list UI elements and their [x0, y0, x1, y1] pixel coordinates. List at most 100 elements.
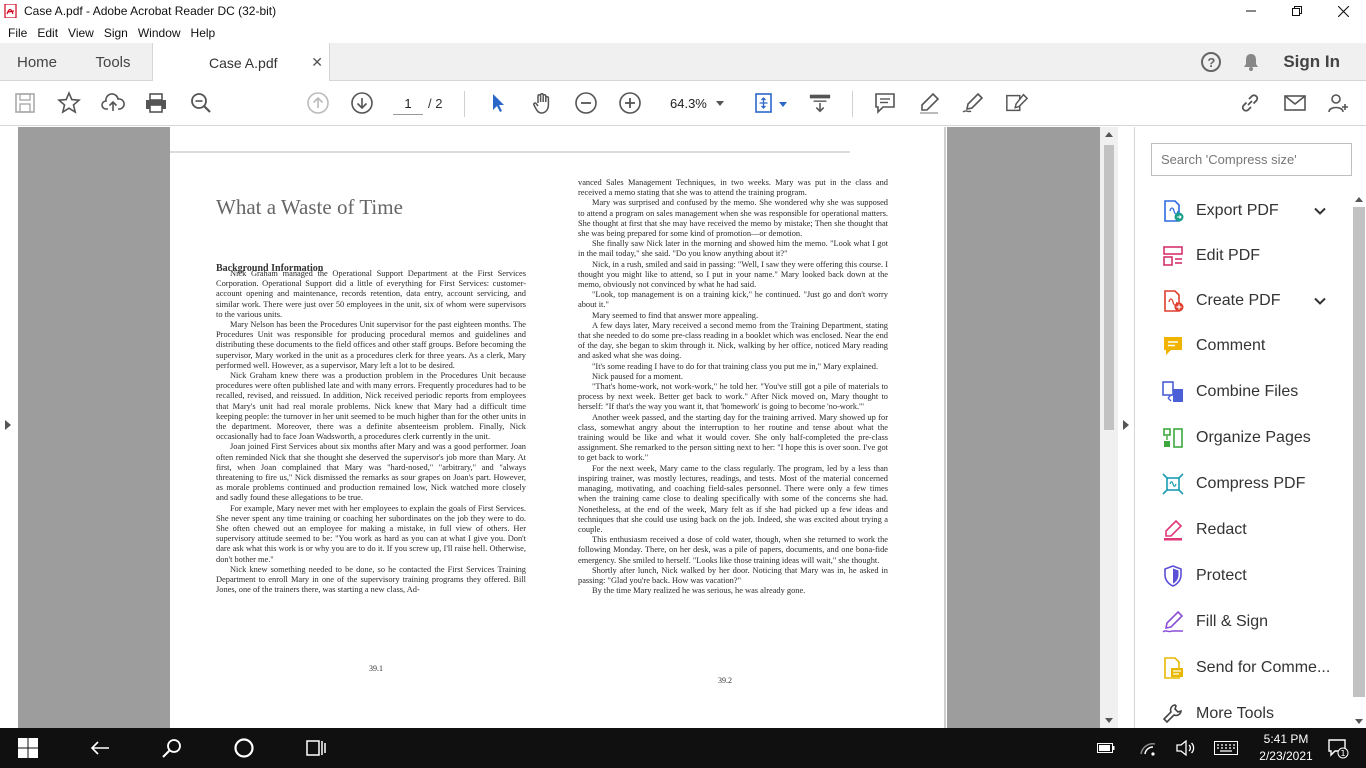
restore-button[interactable]: [1274, 0, 1320, 22]
tool-combine-files[interactable]: Combine Files: [1135, 372, 1353, 412]
system-clock[interactable]: 5:41 PM 2/23/2021: [1254, 731, 1318, 765]
search-icon[interactable]: [160, 736, 184, 760]
close-window-button[interactable]: [1320, 0, 1366, 22]
email-icon[interactable]: [1283, 91, 1307, 115]
right-text-column: vanced Sales Management Techniques, in t…: [578, 178, 888, 596]
tab-home[interactable]: Home: [0, 43, 74, 81]
save-icon[interactable]: [13, 91, 37, 115]
menu-help[interactable]: Help: [186, 26, 221, 40]
notification-center-icon[interactable]: 1: [1326, 736, 1350, 760]
tool-export-pdf[interactable]: Export PDF: [1135, 191, 1353, 231]
battery-icon[interactable]: [1094, 736, 1118, 760]
select-cursor-icon[interactable]: [486, 91, 510, 115]
tools-pane-scrollbar[interactable]: [1351, 193, 1366, 728]
organize-pages-icon: [1161, 426, 1185, 450]
collapse-right-panel-icon[interactable]: [1123, 420, 1129, 430]
tool-organize-pages[interactable]: Organize Pages: [1135, 418, 1353, 458]
share-link-icon[interactable]: [1238, 91, 1262, 115]
tool-send-for-comment[interactable]: Send for Comme...: [1135, 648, 1353, 688]
scrollbar-thumb[interactable]: [1353, 207, 1365, 697]
fill-sign-tool-icon[interactable]: [1005, 91, 1029, 115]
zoom-in-icon[interactable]: [618, 91, 642, 115]
scan-artifact: [944, 127, 946, 728]
cortana-circle-icon[interactable]: [232, 736, 256, 760]
menu-sign[interactable]: Sign: [99, 26, 133, 40]
send-for-comment-icon: [1161, 656, 1185, 680]
windows-start-icon[interactable]: [16, 736, 40, 760]
protect-icon: [1161, 564, 1185, 588]
document-scrollbar[interactable]: [1100, 127, 1118, 728]
zoom-search-icon[interactable]: [189, 91, 213, 115]
tool-protect[interactable]: Protect: [1135, 556, 1353, 596]
hand-tool-icon[interactable]: [530, 91, 554, 115]
previous-page-icon[interactable]: [306, 91, 330, 115]
paragraph: Shortly after lunch, Nick walked by her …: [578, 565, 888, 585]
toolbar-divider: [464, 91, 465, 117]
compress-pdf-icon: [1161, 472, 1185, 496]
tool-redact[interactable]: Redact: [1135, 510, 1353, 550]
scrollbar-thumb[interactable]: [1104, 145, 1114, 430]
create-pdf-icon: [1161, 289, 1185, 313]
tool-label: Fill & Sign: [1196, 613, 1269, 630]
zoom-out-icon[interactable]: [574, 91, 598, 115]
notification-bell-icon[interactable]: [1241, 52, 1261, 72]
pdf-page: What a Waste of Time Background Informat…: [170, 127, 947, 728]
task-view-icon[interactable]: [304, 736, 328, 760]
minimize-button[interactable]: [1228, 0, 1274, 22]
menu-file[interactable]: File: [3, 26, 32, 40]
page-footer-right: 39.2: [718, 676, 732, 685]
scrolling-mode-icon[interactable]: [808, 91, 832, 115]
tab-document[interactable]: Case A.pdf ✕: [152, 43, 330, 82]
fit-page-caret-icon[interactable]: [779, 102, 787, 107]
paragraph: Mary seemed to find that answer more app…: [592, 310, 759, 320]
keyboard-icon[interactable]: [1213, 736, 1239, 760]
tools-search-input[interactable]: Search 'Compress size': [1151, 143, 1352, 176]
acrobat-app-icon: [4, 3, 18, 19]
bookmark-star-icon[interactable]: [57, 91, 81, 115]
scroll-down-icon[interactable]: [1355, 719, 1363, 724]
volume-icon[interactable]: [1174, 736, 1198, 760]
paragraph: Nick paused for a moment.: [592, 371, 683, 381]
tool-edit-pdf[interactable]: Edit PDF: [1135, 236, 1353, 276]
close-tab-icon[interactable]: ✕: [311, 54, 323, 71]
window-title: Case A.pdf - Adobe Acrobat Reader DC (32…: [24, 4, 277, 18]
tab-tools[interactable]: Tools: [74, 43, 152, 81]
comment-tool-icon[interactable]: [873, 91, 897, 115]
add-user-icon[interactable]: [1326, 91, 1350, 115]
page-number-input[interactable]: 1: [393, 93, 423, 115]
document-viewport[interactable]: What a Waste of Time Background Informat…: [0, 127, 1134, 728]
expand-left-panel-icon[interactable]: [5, 420, 11, 430]
upload-cloud-icon[interactable]: [101, 91, 125, 115]
print-icon[interactable]: [144, 91, 168, 115]
highlight-pen-icon[interactable]: [917, 91, 941, 115]
wifi-icon[interactable]: [1136, 736, 1160, 760]
menu-bar: File Edit View Sign Window Help: [0, 22, 1366, 43]
tool-comment[interactable]: Comment: [1135, 326, 1353, 366]
tool-create-pdf[interactable]: Create PDF: [1135, 281, 1353, 321]
chevron-down-icon[interactable]: [1313, 294, 1327, 308]
zoom-dropdown-caret-icon[interactable]: [716, 101, 724, 106]
title-bar: Case A.pdf - Adobe Acrobat Reader DC (32…: [0, 0, 1366, 22]
next-page-icon[interactable]: [350, 91, 374, 115]
scroll-down-icon[interactable]: [1105, 718, 1113, 723]
tool-label: Create PDF: [1196, 292, 1281, 309]
scroll-up-icon[interactable]: [1355, 197, 1363, 202]
help-icon[interactable]: ?: [1201, 52, 1222, 72]
left-panel-toggle[interactable]: [0, 127, 18, 728]
tool-compress-pdf[interactable]: Compress PDF: [1135, 464, 1353, 504]
sign-pen-icon[interactable]: [961, 91, 985, 115]
right-panel-toggle[interactable]: [1118, 127, 1134, 728]
menu-window[interactable]: Window: [133, 26, 186, 40]
tool-label: Edit PDF: [1196, 247, 1261, 264]
fit-page-icon[interactable]: [753, 91, 777, 115]
sign-in-button[interactable]: Sign In: [1283, 52, 1340, 72]
scroll-up-icon[interactable]: [1105, 132, 1113, 137]
chevron-down-icon[interactable]: [1313, 204, 1327, 218]
tool-label: Comment: [1196, 337, 1266, 354]
menu-edit[interactable]: Edit: [32, 26, 63, 40]
windows-taskbar: 5:41 PM 2/23/2021 1: [0, 728, 1366, 768]
tool-fill-sign[interactable]: Fill & Sign: [1135, 602, 1353, 642]
edit-pdf-icon: [1161, 244, 1185, 268]
menu-view[interactable]: View: [63, 26, 99, 40]
back-arrow-icon[interactable]: [88, 736, 112, 760]
